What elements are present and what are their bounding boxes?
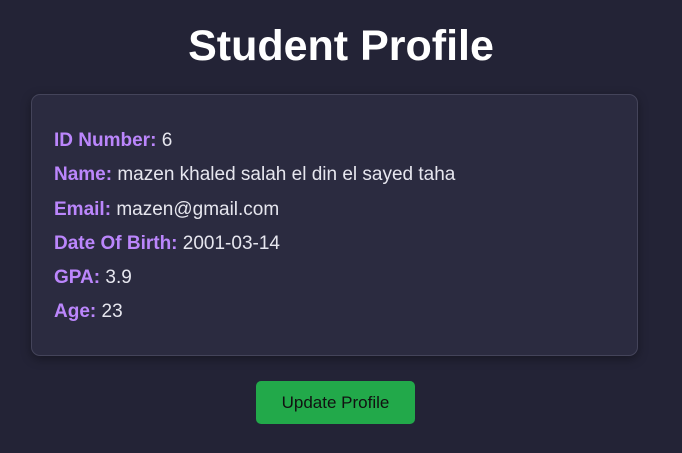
profile-card: ID Number: 6 Name: mazen khaled salah el… [31,94,638,356]
field-label: Name: [54,164,113,185]
update-profile-button[interactable]: Update Profile [256,381,415,424]
field-value: 3.9 [105,267,132,288]
field-label: Date Of Birth: [54,233,178,254]
profile-field-id-number: ID Number: 6 [54,130,172,152]
field-label: GPA: [54,267,101,288]
field-value: 6 [161,130,173,151]
field-label: Age: [54,301,97,322]
profile-field-date-of-birth: Date Of Birth: 2001-03-14 [54,233,280,255]
profile-field-age: Age: 23 [54,301,123,323]
field-value: 23 [101,301,123,322]
field-value: mazen@gmail.com [116,199,280,220]
page-title: Student Profile [188,22,494,70]
profile-field-name: Name: mazen khaled salah el din el sayed… [54,164,455,186]
profile-field-email: Email: mazen@gmail.com [54,199,279,221]
field-value: 2001-03-14 [182,233,280,254]
field-label: Email: [54,199,112,220]
page: Student Profile ID Number: 6 Name: mazen… [0,0,682,453]
profile-field-gpa: GPA: 3.9 [54,267,132,289]
field-value: mazen khaled salah el din el sayed taha [117,164,456,185]
field-label: ID Number: [54,130,157,151]
